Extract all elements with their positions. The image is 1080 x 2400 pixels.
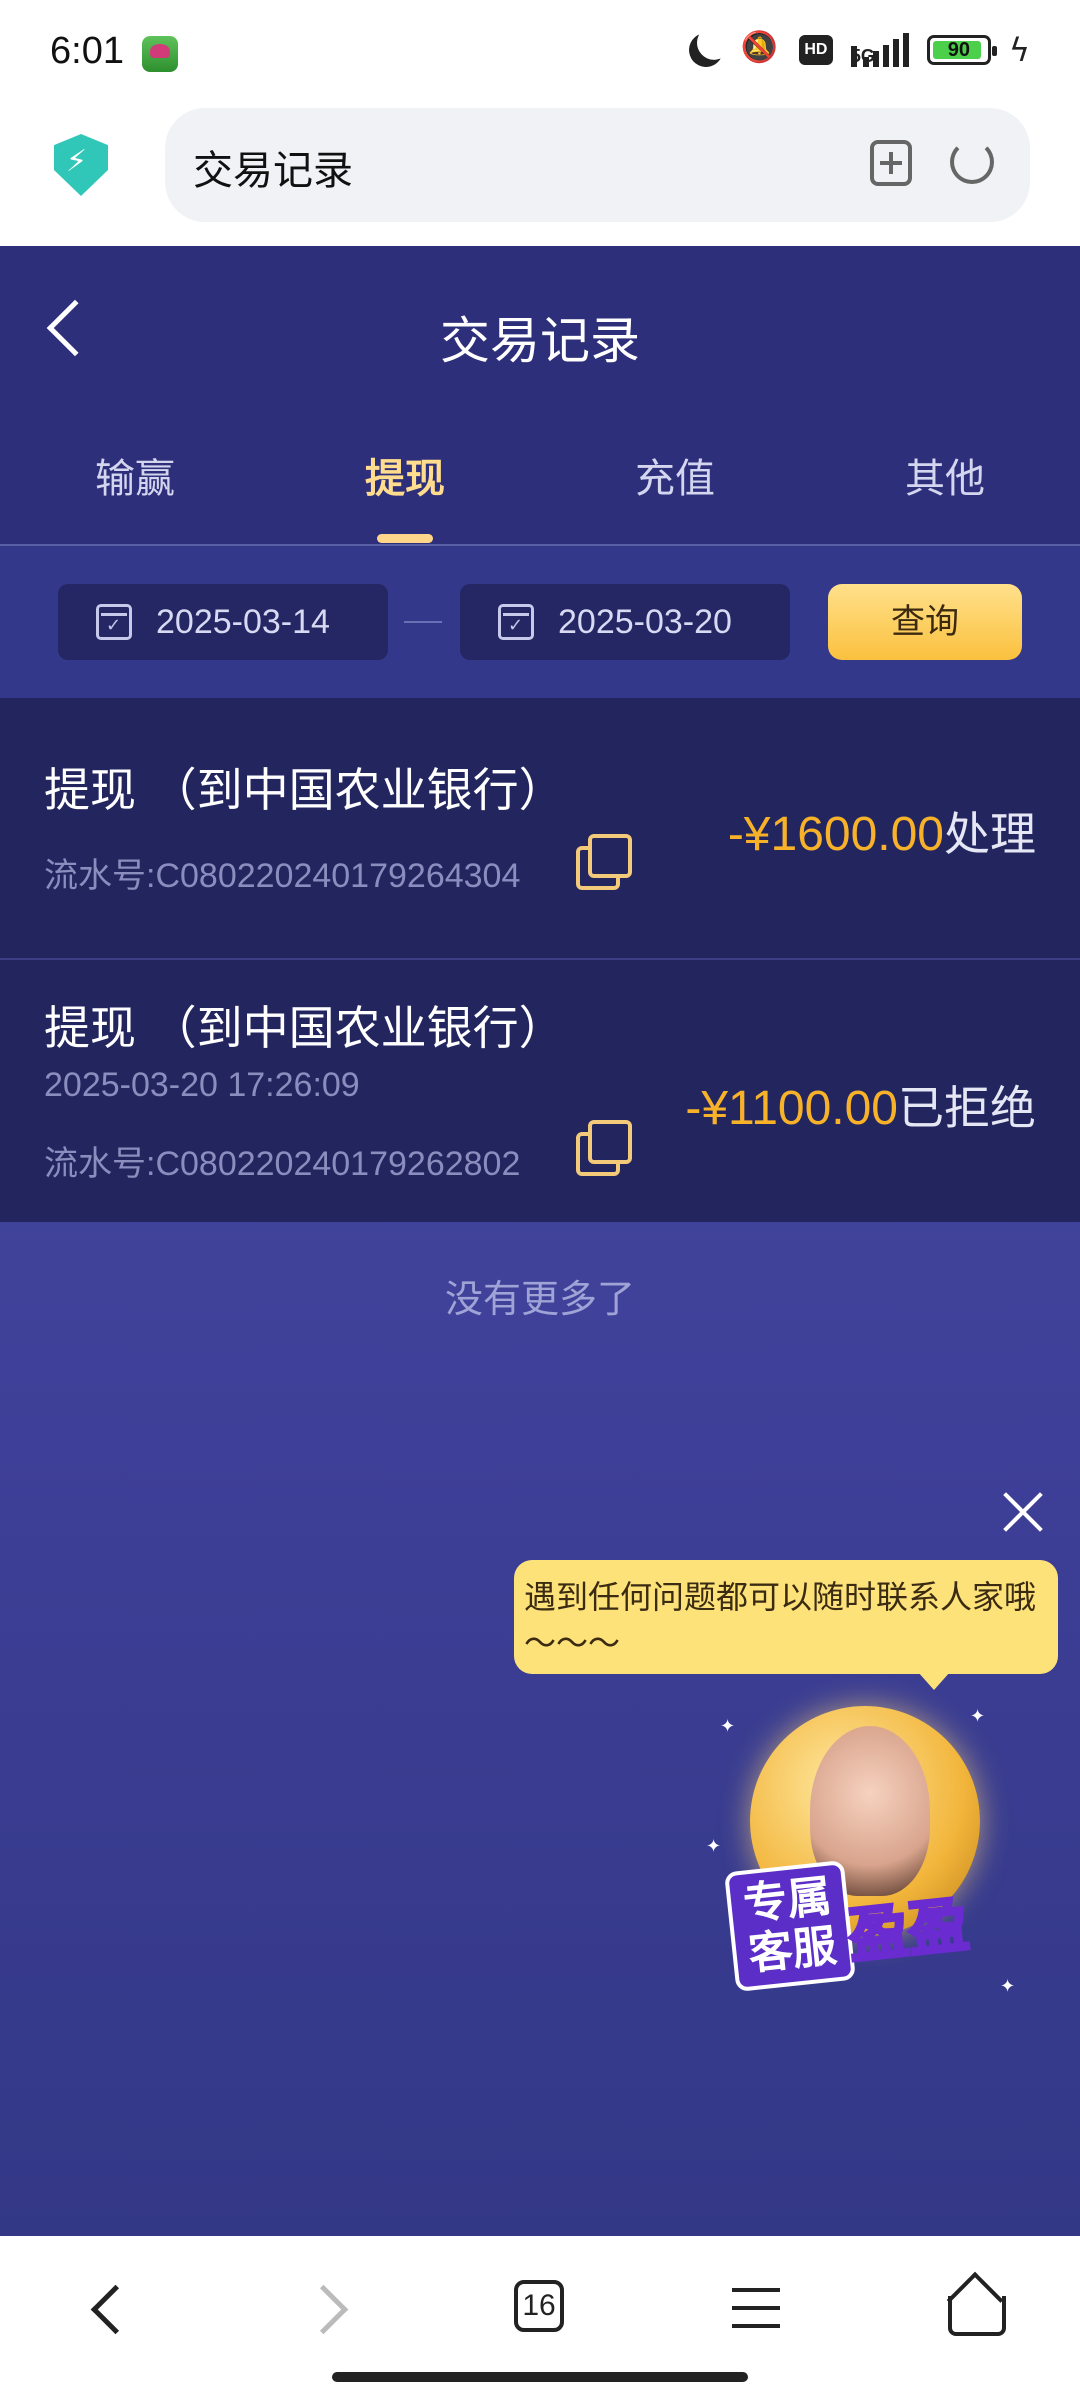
close-icon[interactable] <box>1002 1490 1044 1532</box>
page-title: 交易记录 <box>440 312 640 370</box>
menu-icon[interactable] <box>722 2274 792 2344</box>
reload-icon[interactable] <box>950 140 994 184</box>
shield-icon[interactable] <box>54 134 108 196</box>
app-notification-icon <box>142 36 178 72</box>
sparkle-icon: ✦ <box>720 1716 736 1737</box>
record-serial: 流水号:C080220240179264304 <box>44 857 521 895</box>
status-bar: 6:01 🔕 HD 5G 90 ϟ <box>0 0 1080 100</box>
back-icon[interactable] <box>70 2274 140 2344</box>
end-date-picker[interactable]: 2025-03-20 <box>460 584 790 660</box>
start-date-picker[interactable]: 2025-03-14 <box>58 584 388 660</box>
mute-icon: 🔕 <box>740 30 779 65</box>
signal-icon: 5G <box>850 33 909 67</box>
network-label: 5G <box>850 46 875 67</box>
record-amount-status: -¥1100.00已拒绝 <box>685 1072 1036 1138</box>
battery-level: 90 <box>947 38 971 61</box>
badge-label: 专属客服 <box>724 1860 856 1992</box>
record-amount: -¥1600.00 <box>727 808 944 861</box>
tab-bar: 输赢 提现 充值 其他 <box>0 446 1080 546</box>
record-item[interactable]: 提现 （到中国农业银行） 流水号:C080220240179264304 -¥1… <box>0 698 1080 958</box>
record-title: 提现 （到中国农业银行） <box>44 1001 565 1055</box>
status-time: 6:01 <box>50 30 124 72</box>
tab-recharge[interactable]: 充值 <box>540 446 810 504</box>
battery-icon: 90 <box>926 35 997 65</box>
end-date: 2025-03-20 <box>558 602 732 641</box>
sparkle-icon: ✦ <box>706 1836 722 1857</box>
record-title: 提现 （到中国农业银行） <box>44 763 565 817</box>
record-status: 已拒绝 <box>898 1081 1036 1135</box>
app-header: 交易记录 输赢 提现 充值 其他 2025-03-14 2025-03-20 查… <box>0 246 1080 698</box>
record-time: 2025-03-20 17:26:09 <box>44 1066 360 1104</box>
tabs-icon[interactable]: 16 <box>514 2280 564 2332</box>
calendar-icon <box>96 604 132 640</box>
date-filter: 2025-03-14 2025-03-20 查询 <box>0 546 1080 698</box>
tab-other[interactable]: 其他 <box>810 446 1080 504</box>
customer-service-badge[interactable]: 专属客服 盈盈 ✦ ✦ ✦ ✦ <box>700 1686 1030 2016</box>
app-content: 交易记录 输赢 提现 充值 其他 2025-03-14 2025-03-20 查… <box>0 246 1080 2236</box>
tab-win-loss[interactable]: 输赢 <box>0 446 270 504</box>
support-bubble[interactable]: 遇到任何问题都可以随时联系人家哦～～～ <box>514 1560 1058 1690</box>
record-amount: -¥1100.00 <box>685 1082 898 1135</box>
moon-icon <box>684 28 728 72</box>
add-bookmark-icon[interactable] <box>870 140 912 186</box>
browser-bar: 交易记录 <box>0 100 1080 246</box>
no-more-text: 没有更多了 <box>444 1277 635 1321</box>
date-separator <box>404 621 442 623</box>
copy-icon[interactable] <box>576 1120 634 1178</box>
record-status: 处理 <box>944 807 1036 861</box>
calendar-icon <box>498 604 534 640</box>
home-indicator <box>332 2372 748 2382</box>
record-item[interactable]: 提现 （到中国农业银行） 2025-03-20 17:26:09 流水号:C08… <box>0 960 1080 1222</box>
badge-name: 盈盈 <box>844 1888 974 1973</box>
sparkle-icon: ✦ <box>1000 1976 1016 1997</box>
copy-icon[interactable] <box>576 834 634 892</box>
record-serial: 流水号:C080220240179262802 <box>44 1145 521 1183</box>
tab-withdraw[interactable]: 提现 <box>270 446 540 504</box>
address-bar[interactable]: 交易记录 <box>165 108 1030 222</box>
charging-icon: ϟ <box>1008 31 1030 69</box>
hd-icon: HD <box>798 35 833 65</box>
sparkle-icon: ✦ <box>970 1706 986 1727</box>
home-icon[interactable] <box>946 2280 1006 2336</box>
forward-icon[interactable] <box>296 2274 366 2344</box>
status-icons: 🔕 HD 5G 90 ϟ <box>689 30 1030 70</box>
record-amount-status: -¥1600.00处理 <box>728 798 1036 864</box>
query-button[interactable]: 查询 <box>828 584 1022 660</box>
address-title[interactable]: 交易记录 <box>193 138 353 196</box>
start-date: 2025-03-14 <box>156 602 330 641</box>
active-tab-indicator <box>377 534 433 543</box>
